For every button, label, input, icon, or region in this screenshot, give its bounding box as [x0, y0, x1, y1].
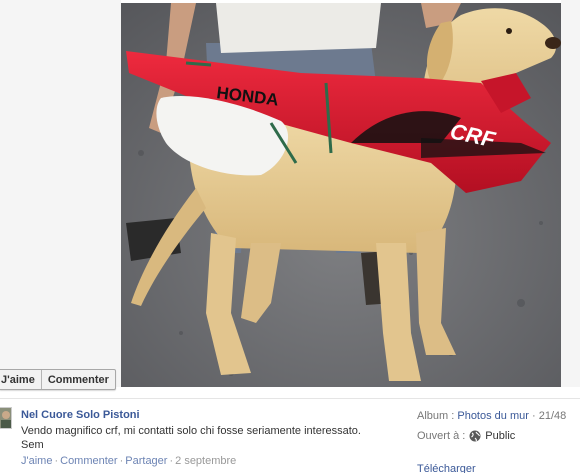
- avatar-image: [0, 408, 11, 428]
- avatar[interactable]: [0, 407, 12, 429]
- post-author[interactable]: Nel Cuore Solo Pistoni: [21, 409, 140, 421]
- globe-icon: [469, 430, 481, 442]
- post-date[interactable]: 2 septembre: [175, 455, 236, 467]
- separator-dot: ·: [531, 410, 536, 422]
- privacy-label: Ouvert à :: [417, 430, 466, 442]
- photo-action-bar: J'aime Commenter: [0, 369, 116, 390]
- album-position: 21/48: [538, 410, 567, 422]
- privacy-value[interactable]: Public: [485, 430, 515, 442]
- separator-dot: ·: [119, 455, 124, 467]
- like-link[interactable]: J'aime: [21, 455, 52, 467]
- comment-button[interactable]: Commenter: [42, 370, 115, 389]
- post-actions: J'aime · Commenter · Partager · 2 septembre: [21, 455, 236, 467]
- album-label: Album :: [417, 410, 455, 422]
- share-link[interactable]: Partager: [125, 455, 167, 467]
- comment-link[interactable]: Commenter: [60, 455, 117, 467]
- download-link[interactable]: Télécharger: [417, 463, 476, 473]
- dog-photo-illustration: HONDA CRF: [121, 3, 561, 387]
- separator-dot: ·: [54, 455, 59, 467]
- post-photo[interactable]: HONDA CRF: [121, 3, 561, 387]
- right-gutter: [561, 0, 580, 387]
- separator-dot: ·: [169, 455, 174, 467]
- album-link[interactable]: Photos du mur: [457, 410, 529, 422]
- divider: [0, 398, 580, 399]
- album-info: Album : Photos du mur · 21/48: [417, 410, 566, 422]
- download-info: Télécharger: [417, 463, 476, 473]
- privacy-info: Ouvert à : Public: [417, 430, 515, 442]
- like-button[interactable]: J'aime: [0, 370, 42, 389]
- post-caption: Vendo magnifico crf, mi contatti solo ch…: [21, 425, 361, 451]
- left-gutter: [0, 0, 121, 387]
